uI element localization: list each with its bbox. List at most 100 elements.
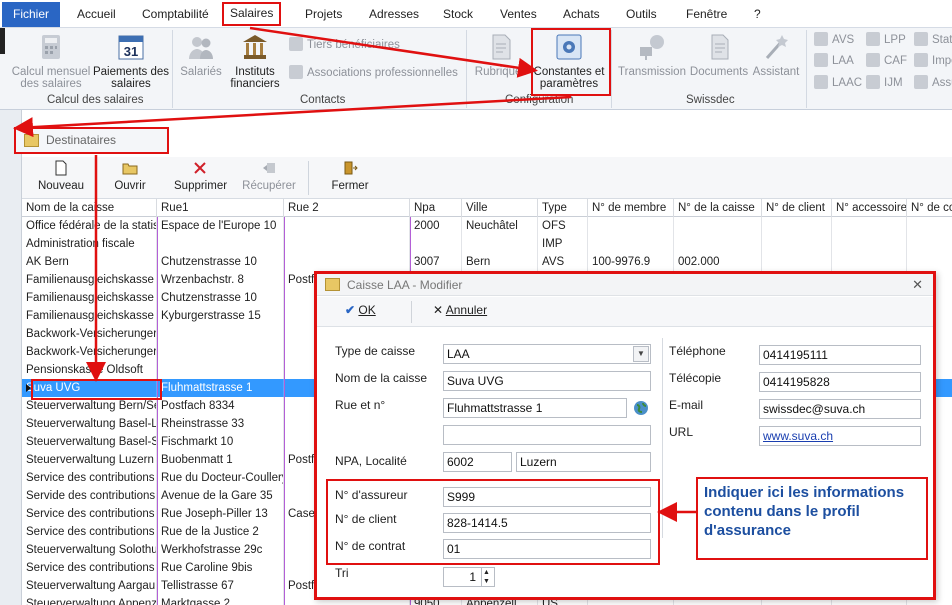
left-panel (0, 110, 22, 605)
table-cell (157, 235, 284, 253)
caf-button[interactable]: CAF (866, 52, 907, 70)
table-cell: Fluhmattstrasse 1 (157, 379, 284, 397)
lpp-button[interactable]: LPP (866, 31, 906, 49)
url-link[interactable]: www.suva.ch (763, 429, 833, 443)
nouveau-button[interactable]: Nouveau (36, 160, 86, 192)
tel-field[interactable]: 0414195111 (759, 345, 921, 365)
calcul-mensuel-button[interactable]: Calcul mensuel des salaires (10, 32, 92, 90)
dialog-toolbar: ✔ OK ✕ Annuler (317, 297, 933, 327)
laac-button[interactable]: LAAC (814, 74, 862, 92)
laac-label: LAAC (832, 77, 863, 89)
menu-stock[interactable]: Stock (437, 3, 479, 26)
tiers-button[interactable]: Tiers bénéficiaires (289, 36, 400, 54)
menu-salaires[interactable]: Salaires (222, 2, 282, 26)
paiements-button[interactable]: 31 Paiements des salaires (92, 32, 170, 90)
table-cell: Chutzenstrasse 10 (157, 289, 284, 307)
app-window: Fichier Accueil Comptabilité Salaires Pr… (0, 0, 952, 605)
column-header[interactable]: Rue1 (157, 199, 284, 217)
menu-projets[interactable]: Projets (299, 3, 348, 26)
table-cell: Fischmarkt 10 (157, 433, 284, 451)
table-cell: Familienausgleichskasse K (22, 289, 157, 307)
tiers-icon (289, 37, 303, 51)
client-field[interactable]: 828-1414.5 (443, 513, 651, 533)
recuperer-label: Récupérer (242, 180, 296, 192)
table-row[interactable]: Administration fiscale IMP (22, 235, 952, 253)
rue2-field[interactable] (443, 425, 651, 445)
cancel-icon: ✕ (433, 303, 444, 317)
chevron-down-icon[interactable]: ▼ (633, 346, 649, 362)
table-cell: 002.000 (674, 253, 762, 271)
table-row[interactable]: AK Bern Chutzenstrasse 10 3007 Bern AVS 100-9… (22, 253, 952, 271)
column-header[interactable]: Npa (410, 199, 462, 217)
supprimer-button[interactable]: Supprimer (174, 160, 227, 192)
laa-button[interactable]: LAA (814, 52, 854, 70)
fermer-button[interactable]: Fermer (327, 160, 373, 192)
email-field[interactable]: swissdec@suva.ch (759, 399, 921, 419)
documents-button[interactable]: Documents (687, 32, 751, 78)
column-divider (157, 217, 158, 605)
globe-icon[interactable] (633, 400, 649, 416)
menu-help[interactable]: ? (748, 3, 767, 26)
nom-field[interactable]: Suva UVG (443, 371, 651, 391)
transmission-button[interactable]: Transmission (616, 32, 688, 78)
stat-button[interactable]: Stat (914, 31, 952, 49)
table-cell: Neuchâtel (462, 217, 538, 235)
assureur-field[interactable]: S999 (443, 487, 651, 507)
document-gear-icon (492, 34, 511, 60)
column-header[interactable]: N° de client (762, 199, 832, 217)
assu-button[interactable]: Assu (914, 74, 952, 92)
menu-achats[interactable]: Achats (557, 3, 606, 26)
menu-adresses[interactable]: Adresses (363, 3, 425, 26)
ouvrir-button[interactable]: Ouvrir (108, 160, 152, 192)
url-label: URL (669, 425, 694, 439)
impot-button[interactable]: Impô (914, 52, 952, 70)
stepper-down-icon[interactable]: ▼ (483, 578, 490, 585)
column-header[interactable]: N° de la caisse (674, 199, 762, 217)
associations-button[interactable]: Associations professionnelles (289, 64, 458, 82)
ijm-button[interactable]: IJM (866, 74, 903, 92)
menu-fichier[interactable]: Fichier (2, 2, 60, 27)
rubriques-button[interactable]: Rubriques (472, 32, 530, 78)
column-header[interactable]: Rue 2 (284, 199, 410, 217)
menu-fenetre[interactable]: Fenêtre (680, 3, 733, 26)
annuler-button[interactable]: ✕ Annuler (433, 303, 487, 317)
type-select[interactable]: LAA ▼ (443, 344, 651, 364)
tab-destinataires-swissdec[interactable]: Destinataires Swissdec (14, 127, 169, 170)
nouveau-label: Nouveau (37, 180, 85, 192)
menu-ventes[interactable]: Ventes (494, 3, 543, 26)
close-icon[interactable]: ✕ (912, 274, 923, 296)
ok-button[interactable]: ✔ OK (345, 303, 376, 317)
npa-field[interactable]: 6002 (443, 452, 512, 472)
column-header[interactable]: N° accessoire (832, 199, 907, 217)
table-cell: Rue du Docteur-Coullery 5 (157, 469, 284, 487)
column-header[interactable]: N° de co (907, 199, 952, 217)
stepper-up-icon[interactable]: ▲ (483, 569, 490, 576)
menu-outils[interactable]: Outils (620, 3, 663, 26)
documents-label: Documents (689, 66, 749, 78)
type-label: Type de caisse (335, 344, 416, 358)
column-header[interactable]: Ville (462, 199, 538, 217)
menu-accueil[interactable]: Accueil (71, 3, 122, 26)
npa-label: NPA, Localité (335, 454, 407, 468)
rue-field[interactable]: Fluhmattstrasse 1 (443, 398, 627, 418)
assu-label: Assu (932, 77, 952, 89)
salaries-button[interactable]: Salariés (176, 32, 226, 78)
tri-stepper[interactable]: ▲ ▼ (481, 568, 494, 586)
column-header[interactable]: N° de membre (588, 199, 674, 217)
column-header[interactable]: Type (538, 199, 588, 217)
assistant-button[interactable]: Assistant (750, 32, 802, 78)
contrat-field[interactable]: 01 (443, 539, 651, 559)
fax-field[interactable]: 0414195828 (759, 372, 921, 392)
table-row[interactable]: Office fédérale de la statis Espace de l'… (22, 217, 952, 235)
table-cell: Steuerverwaltung Basel-L (22, 415, 157, 433)
avs-button[interactable]: AVS (814, 31, 854, 49)
table-cell (284, 235, 410, 253)
table-cell: Backwork-Versicherunger (22, 325, 157, 343)
menu-bar: Fichier Accueil Comptabilité Salaires Pr… (0, 0, 952, 28)
localite-field[interactable]: Luzern (516, 452, 651, 472)
url-field[interactable]: www.suva.ch (759, 426, 921, 446)
column-header[interactable]: Nom de la caisse (22, 199, 157, 217)
instituts-button[interactable]: Instituts financiers (222, 32, 288, 90)
menu-comptabilite[interactable]: Comptabilité (136, 3, 215, 26)
recuperer-button[interactable]: Récupérer (242, 160, 296, 192)
